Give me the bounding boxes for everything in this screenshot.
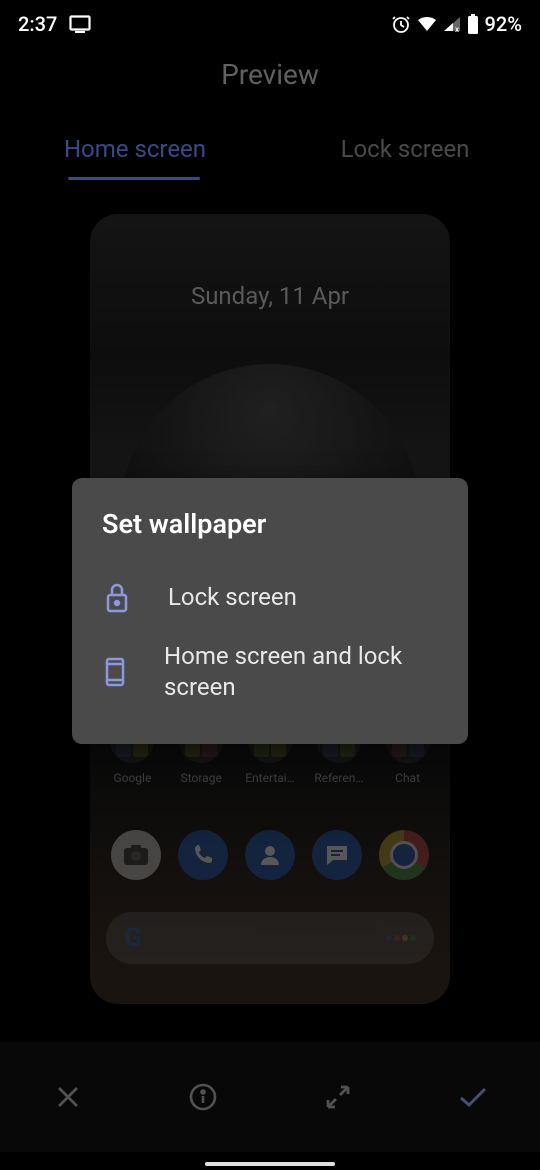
camera-app-icon	[111, 830, 161, 880]
status-bar: 2:37 x 92%	[0, 0, 540, 44]
chrome-app-icon	[379, 830, 429, 880]
cast-icon	[69, 15, 91, 33]
option-label: Home screen and lock screen	[164, 641, 438, 703]
check-icon	[457, 1085, 489, 1109]
folder-label: Referen…	[314, 771, 363, 785]
folder-label: Storage	[181, 771, 222, 785]
assistant-icon	[386, 935, 416, 941]
info-icon	[188, 1082, 218, 1112]
google-g-icon: G	[124, 923, 142, 953]
alarm-icon	[391, 14, 411, 34]
folder-label: Google	[113, 771, 151, 785]
battery-icon	[467, 14, 479, 34]
confirm-button[interactable]	[449, 1073, 497, 1121]
tab-active-indicator	[68, 177, 200, 180]
option-home-and-lock[interactable]: Home screen and lock screen	[102, 627, 438, 717]
contacts-app-icon	[245, 830, 295, 880]
cancel-button[interactable]	[44, 1073, 92, 1121]
google-search-bar: G	[106, 912, 434, 964]
expand-icon	[323, 1082, 353, 1112]
option-lock-screen[interactable]: Lock screen	[102, 568, 438, 627]
svg-text:x: x	[455, 25, 459, 32]
option-label: Lock screen	[168, 582, 297, 613]
preview-tabs: Home screen Lock screen	[0, 135, 540, 177]
screens-icon	[102, 656, 128, 688]
messages-app-icon	[312, 830, 362, 880]
expand-button[interactable]	[314, 1073, 362, 1121]
page-title: Preview	[0, 58, 540, 91]
folder-label: Entertai…	[245, 771, 295, 785]
wifi-icon	[417, 16, 437, 32]
nav-gesture-handle[interactable]	[205, 1162, 335, 1166]
folder-label: Chat	[395, 771, 420, 785]
close-icon	[54, 1083, 82, 1111]
info-button[interactable]	[179, 1073, 227, 1121]
tab-home-screen[interactable]: Home screen	[0, 135, 270, 177]
tab-lock-screen[interactable]: Lock screen	[270, 135, 540, 177]
dialog-title: Set wallpaper	[102, 508, 438, 540]
lock-icon	[102, 583, 132, 613]
status-time: 2:37	[18, 12, 57, 36]
bottom-action-bar	[0, 1042, 540, 1152]
set-wallpaper-dialog: Set wallpaper Lock screen Home screen an…	[72, 478, 468, 744]
preview-date-widget: Sunday, 11 Apr	[90, 282, 450, 310]
signal-icon: x	[443, 16, 461, 32]
phone-app-icon	[178, 830, 228, 880]
battery-percent: 92%	[485, 12, 522, 36]
dock-row	[90, 830, 450, 880]
